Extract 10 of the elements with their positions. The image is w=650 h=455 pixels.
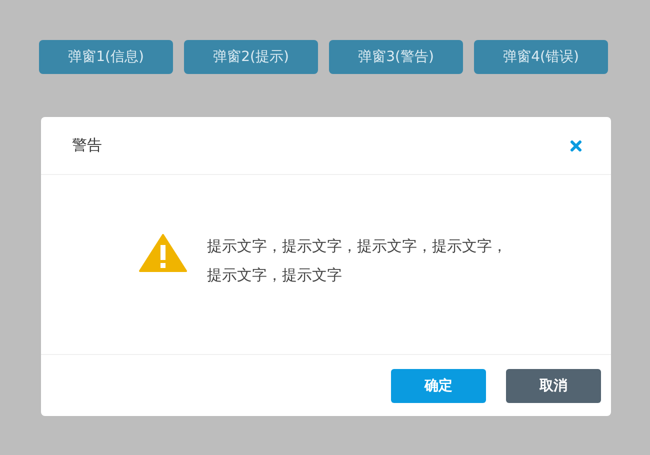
- confirm-button[interactable]: 确定: [391, 368, 486, 402]
- popup-button[interactable]: 弹窗4(错误): [474, 40, 608, 74]
- popup-button[interactable]: 弹窗1(信息): [39, 40, 173, 74]
- dialog-title: 警告: [72, 136, 102, 155]
- cancel-button[interactable]: 取消: [506, 368, 601, 402]
- warning-icon: [139, 234, 187, 272]
- popup-button[interactable]: 弹窗2(提示): [184, 40, 318, 74]
- popup-button[interactable]: 弹窗3(警告): [329, 40, 463, 74]
- dialog-message: 提示文字，提示文字，提示文字，提示文字，提示文字，提示文字: [207, 236, 507, 286]
- close-icon[interactable]: [570, 140, 582, 152]
